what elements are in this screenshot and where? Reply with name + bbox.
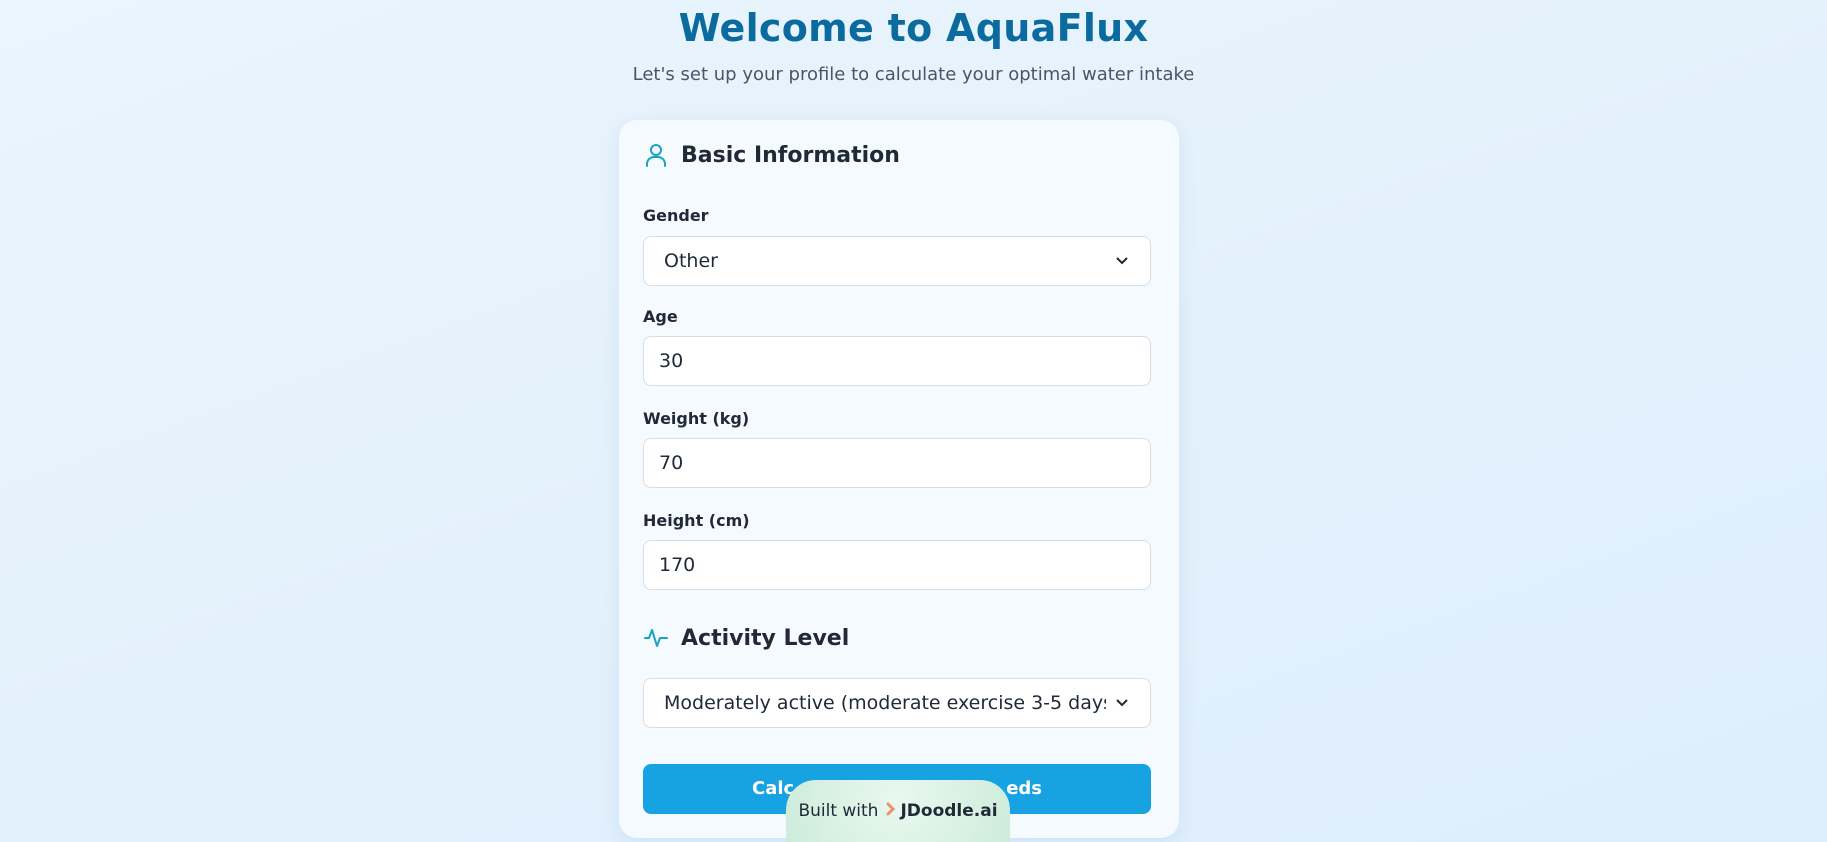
height-input-value: 170 xyxy=(659,554,696,576)
activity-select[interactable]: Moderately active (moderate exercise 3-5… xyxy=(643,678,1151,728)
built-with-text: Built with xyxy=(798,801,879,821)
age-input-value: 30 xyxy=(659,350,684,372)
age-label: Age xyxy=(643,307,678,326)
activity-select-value: Moderately active (moderate exercise 3-5… xyxy=(664,692,1106,714)
activity-icon xyxy=(643,625,669,651)
calculate-button-label-end: eds xyxy=(1006,778,1042,799)
weight-input[interactable]: 70 xyxy=(643,438,1151,488)
height-input[interactable]: 170 xyxy=(643,540,1151,590)
profile-form-card: Basic Information Gender Other Age 30 We… xyxy=(619,120,1179,838)
chevron-right-icon xyxy=(886,801,896,821)
page-subtitle: Let's set up your profile to calculate y… xyxy=(632,64,1195,85)
jdoodle-logo: JDoodle.ai xyxy=(886,801,998,821)
gender-label: Gender xyxy=(643,206,709,225)
height-label: Height (cm) xyxy=(643,511,750,530)
basic-info-header: Basic Information xyxy=(643,142,900,168)
gender-select-value: Other xyxy=(664,250,718,272)
user-icon xyxy=(643,142,669,168)
activity-header: Activity Level xyxy=(643,625,849,651)
jdoodle-brand-name: JDoodle.ai xyxy=(900,801,998,821)
chevron-down-icon xyxy=(1114,253,1130,269)
weight-label: Weight (kg) xyxy=(643,409,750,428)
gender-select[interactable]: Other xyxy=(643,236,1151,286)
page-title: Welcome to AquaFlux xyxy=(678,6,1149,50)
built-with-badge[interactable]: Built with JDoodle.ai xyxy=(786,780,1010,842)
weight-input-value: 70 xyxy=(659,452,684,474)
chevron-down-icon xyxy=(1114,695,1130,711)
activity-heading: Activity Level xyxy=(681,625,850,651)
age-input[interactable]: 30 xyxy=(643,336,1151,386)
calculate-button-label-start: Calc xyxy=(751,778,795,799)
basic-info-heading: Basic Information xyxy=(681,142,900,168)
